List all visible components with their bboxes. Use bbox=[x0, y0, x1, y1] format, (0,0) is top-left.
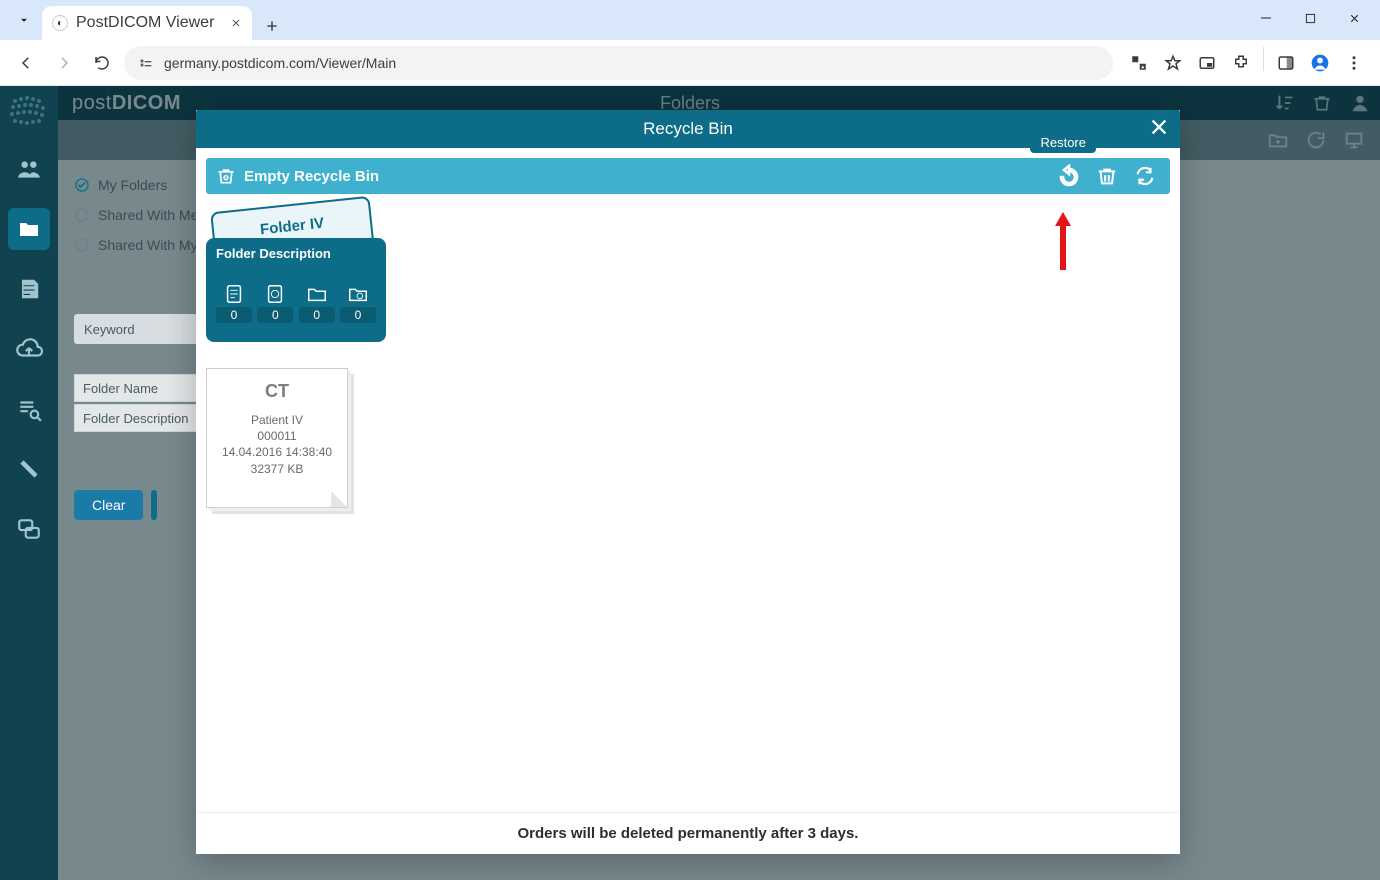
nav-rail bbox=[0, 86, 58, 880]
profile-avatar-icon[interactable] bbox=[1304, 47, 1336, 79]
rail-folders-icon[interactable] bbox=[8, 208, 50, 250]
study-modality: CT bbox=[265, 381, 289, 402]
trash-can-icon bbox=[216, 166, 236, 186]
extensions-icon[interactable] bbox=[1225, 47, 1257, 79]
recycle-toolbar: Empty Recycle Bin bbox=[206, 158, 1170, 194]
browser-titlebar: ◐ PostDICOM Viewer bbox=[0, 0, 1380, 40]
window-controls bbox=[1244, 0, 1376, 36]
refresh-list-button[interactable] bbox=[1130, 161, 1160, 191]
tab-list-dropdown[interactable] bbox=[10, 6, 38, 34]
browser-address-bar: germany.postdicom.com/Viewer/Main bbox=[0, 40, 1380, 86]
folder-body: Folder Description 0 0 0 0 bbox=[206, 238, 386, 342]
browser-tab[interactable]: ◐ PostDICOM Viewer bbox=[42, 6, 252, 40]
rail-upload-icon[interactable] bbox=[8, 328, 50, 370]
restore-button[interactable] bbox=[1054, 161, 1084, 191]
window-minimize-button[interactable] bbox=[1244, 0, 1288, 36]
rail-people-icon[interactable] bbox=[8, 148, 50, 190]
url-field[interactable]: germany.postdicom.com/Viewer/Main bbox=[124, 46, 1113, 80]
modal-title: Recycle Bin bbox=[643, 119, 733, 139]
annotation-arrow bbox=[1052, 212, 1074, 272]
deleted-study-card[interactable]: CT Patient IV 000011 14.04.2016 14:38:40… bbox=[206, 368, 348, 508]
url-text: germany.postdicom.com/Viewer/Main bbox=[164, 55, 396, 71]
translate-icon[interactable] bbox=[1123, 47, 1155, 79]
rail-search-list-icon[interactable] bbox=[8, 388, 50, 430]
modal-body: Empty Recycle Bin Folder IV Folder Descr… bbox=[196, 148, 1180, 812]
study-patient: Patient IV bbox=[251, 412, 303, 428]
count-images: 0 bbox=[257, 307, 293, 323]
window-maximize-button[interactable] bbox=[1288, 0, 1332, 36]
nav-forward-button[interactable] bbox=[48, 47, 80, 79]
count-shared: 0 bbox=[340, 307, 376, 323]
clear-button[interactable]: Clear bbox=[74, 490, 143, 520]
empty-recycle-label[interactable]: Empty Recycle Bin bbox=[244, 168, 379, 185]
rail-studies-icon[interactable] bbox=[8, 268, 50, 310]
search-button-partial[interactable] bbox=[151, 490, 157, 520]
picture-in-picture-icon[interactable] bbox=[1191, 47, 1223, 79]
modal-close-button[interactable] bbox=[1148, 116, 1170, 138]
sidepanel-icon[interactable] bbox=[1270, 47, 1302, 79]
new-tab-button[interactable] bbox=[258, 12, 286, 40]
bookmark-star-icon[interactable] bbox=[1157, 47, 1189, 79]
nav-back-button[interactable] bbox=[10, 47, 42, 79]
page-curl-icon bbox=[331, 491, 347, 507]
radio-label: My Folders bbox=[98, 177, 167, 193]
rail-sync-icon[interactable] bbox=[8, 448, 50, 490]
chrome-menu-icon[interactable] bbox=[1338, 47, 1370, 79]
study-size: 32377 KB bbox=[251, 461, 304, 477]
count-docs: 0 bbox=[216, 307, 252, 323]
count-folders: 0 bbox=[299, 307, 335, 323]
rail-screens-icon[interactable] bbox=[8, 508, 50, 550]
site-settings-icon[interactable] bbox=[136, 53, 156, 73]
modal-titlebar: Recycle Bin Restore bbox=[196, 110, 1180, 148]
brand-globe-icon bbox=[5, 92, 53, 130]
study-datetime: 14.04.2016 14:38:40 bbox=[222, 444, 332, 460]
folder-desc-label: Folder Description bbox=[216, 246, 376, 261]
study-id: 000011 bbox=[257, 428, 296, 444]
modal-footer-warning: Orders will be deleted permanently after… bbox=[196, 812, 1180, 854]
delete-permanently-button[interactable] bbox=[1092, 161, 1122, 191]
favicon-icon: ◐ bbox=[52, 15, 68, 31]
tab-close-icon[interactable] bbox=[230, 17, 242, 29]
window-close-button[interactable] bbox=[1332, 0, 1376, 36]
nav-reload-button[interactable] bbox=[86, 47, 118, 79]
tab-title: PostDICOM Viewer bbox=[76, 14, 214, 32]
deleted-folder-card[interactable]: Folder IV Folder Description 0 0 0 0 bbox=[206, 204, 386, 342]
radio-label: Shared With Me bbox=[98, 207, 198, 223]
recycle-bin-modal: Recycle Bin Restore Empty Recycle Bin Fo… bbox=[196, 110, 1180, 854]
